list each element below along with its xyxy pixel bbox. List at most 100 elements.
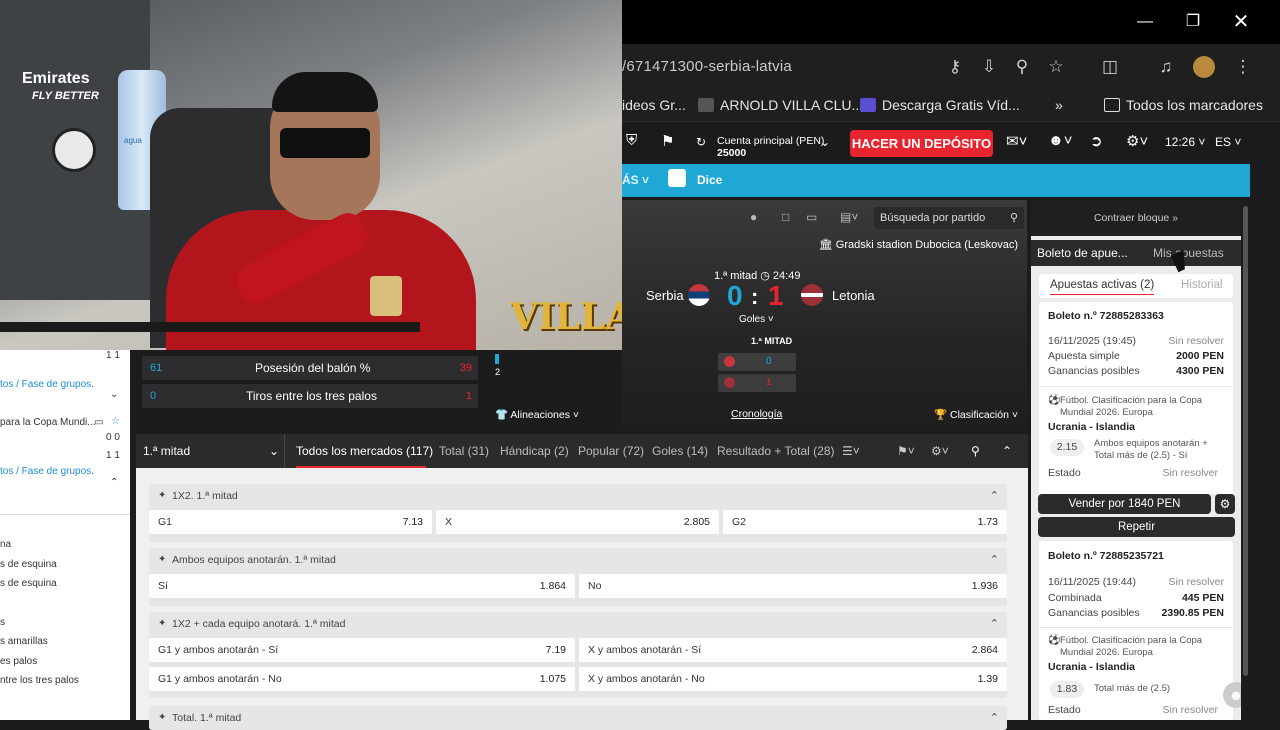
minimize-icon[interactable]: — [1133,10,1157,34]
logout-icon[interactable]: ➲ [1090,132,1103,150]
more-bookmarks-icon[interactable]: » [1055,97,1063,113]
tab-all-markets[interactable]: Todos los mercados (117) [296,444,433,458]
pin-icon[interactable]: ✦ [158,706,166,730]
refresh-icon[interactable]: ↻ [696,135,706,149]
shield-icon[interactable]: ⛨ [626,132,637,149]
goals-dropdown[interactable]: Goles ˅ [739,314,774,325]
stat-item[interactable]: es palos [0,656,37,667]
stat-item[interactable]: s de esquina [0,559,57,570]
chevron-up-icon[interactable]: ⌃ [990,612,999,636]
match-search-input[interactable]: Búsqueda por partido ⚲ [874,207,1024,229]
bookmark-folder[interactable]: Todos los marcadores [1104,97,1263,113]
star-icon[interactable]: ☆ [111,416,120,427]
close-icon[interactable]: ✕ [1229,10,1253,34]
pin-icon[interactable]: ✦ [158,548,166,572]
extensions-icon[interactable]: ◫ [1099,56,1121,78]
repeat-button[interactable]: Repetir [1038,517,1235,537]
mail-icon[interactable]: ✉˅ [1006,132,1027,150]
odd-cell[interactable]: X 2.805 [436,510,719,534]
url-text[interactable]: /671471300-serbia-latvia [622,58,792,75]
odd-cell[interactable]: G1 7.13 [149,510,432,534]
tab-popular[interactable]: Popular (72) [578,444,644,458]
chart-icon[interactable]: ▤˅ [840,210,858,224]
odd-cell[interactable]: X y ambos anotarán - No 1.39 [579,667,1007,691]
tab-total[interactable]: Total (31) [439,444,489,458]
stat-item[interactable]: s [0,617,5,628]
ticket-gain: 4300 PEN [1176,365,1224,377]
restore-icon[interactable]: ❐ [1181,10,1205,34]
deposit-button[interactable]: HACER UN DEPÓSITO [850,130,993,157]
market-group-total: ✦ Total. 1.ª mitad ⌃ [149,706,1007,730]
nav-item-dice[interactable]: Dice [697,173,722,187]
stat-item[interactable]: s de esquina [0,578,57,589]
market-title-row[interactable]: ✦ Ambos equipos anotarán. 1.ª mitad ⌃ [149,548,1007,572]
account-selector[interactable]: Cuenta principal (PEN) 25000 [717,135,824,159]
tab-result-total[interactable]: Resultado + Total (28) [717,444,835,458]
bell-icon[interactable]: ⚑˅ [897,444,915,458]
stat-item[interactable]: ntre los tres palos [0,675,79,686]
profile-avatar[interactable] [1193,56,1215,78]
stat-item[interactable]: na [0,539,11,550]
odd-cell[interactable]: Sí 1.864 [149,574,575,598]
period-select[interactable]: 1.ª mitad [143,444,190,458]
search-icon[interactable]: ⚲ [971,444,980,458]
star-icon[interactable]: ☆ [1045,56,1067,78]
settings-icon[interactable]: ⚙˅ [931,444,949,458]
ticket-match[interactable]: Ucrania - Islandia [1048,421,1224,435]
tab-goals[interactable]: Goles (14) [652,444,708,458]
league-link[interactable]: tos / Fase de grupos. [0,466,94,477]
collapse-icon[interactable]: ⌃ [1002,444,1012,458]
odd-cell[interactable]: No 1.936 [579,574,1007,598]
collapse-block-button[interactable]: Contraer bloque » [1031,200,1241,236]
list-view-icon[interactable]: ☰˅ [842,444,860,458]
scrollbar-thumb[interactable] [1243,206,1248,676]
chevron-down-icon[interactable]: ⌄ [820,135,830,149]
odd-label: Sí [158,580,168,592]
tab-bet-slip[interactable]: Boleto de apue... [1031,240,1136,266]
zoom-icon[interactable]: ⚲ [1011,56,1033,78]
pin-icon[interactable]: ✦ [158,484,166,508]
odd-cell[interactable]: G1 y ambos anotarán - Sí 7.19 [149,638,575,662]
media-icon[interactable]: ♫ [1155,56,1177,78]
menu-icon[interactable]: ⋮ [1232,56,1254,78]
monitor-icon[interactable]: ▭ [806,210,817,224]
monitor-icon[interactable]: ▭ [94,417,103,428]
market-title-row[interactable]: ✦ 1X2. 1.ª mitad ⌃ [149,484,1007,508]
stream-icon[interactable]: ● [750,210,757,224]
install-icon[interactable]: ⇩ [978,56,1000,78]
event-name[interactable]: para la Copa Mundi... [0,417,96,428]
league-link[interactable]: tos / Fase de grupos. [0,379,94,390]
language-selector[interactable]: ES ˅ [1215,135,1241,149]
search-icon[interactable]: ⚲ [1010,207,1018,229]
odd-cell[interactable]: G1 y ambos anotarán - No 1.075 [149,667,575,691]
clock-time[interactable]: 12:26 ˅ [1165,135,1205,149]
odd-cell[interactable]: X y ambos anotarán - Sí 2.864 [579,638,1007,662]
bookmark-item[interactable]: ideos Gr... [622,97,686,113]
chevron-up-icon[interactable]: ⌃ [990,484,999,508]
odd-cell[interactable]: G2 1.73 [723,510,1007,534]
chevron-up-icon[interactable]: ⌃ [110,477,118,488]
chevron-down-icon[interactable]: ⌄ [269,444,279,458]
market-title-row[interactable]: ✦ Total. 1.ª mitad ⌃ [149,706,1007,730]
bookmark-item[interactable]: Descarga Gratis Víd... [860,97,1020,113]
bookmark-item[interactable]: ARNOLD VILLA CLU... [698,97,863,113]
sell-button[interactable]: Vender por 1840 PEN [1038,494,1211,514]
bell-icon[interactable]: ⚑ [661,132,674,150]
market-title-row[interactable]: ✦ 1X2 + cada equipo anotará. 1.ª mitad ⌃ [149,612,1007,636]
pin-icon[interactable]: ✦ [158,612,166,636]
ticket-match[interactable]: Ucrania - Islandia [1048,661,1224,675]
user-icon[interactable]: ☻˅ [1048,132,1073,149]
window-icon[interactable]: □ [782,210,789,224]
key-icon[interactable]: ⚷ [944,56,966,78]
tab-history[interactable]: Historial [1181,279,1223,291]
chevron-down-icon[interactable]: ⌄ [110,389,118,400]
more-menu[interactable]: ÁS ˅ [622,173,649,187]
scrollbar[interactable] [1241,200,1250,720]
chevron-up-icon[interactable]: ⌃ [990,548,999,572]
settings-icon[interactable]: ⚙˅ [1126,132,1148,150]
settings-icon[interactable]: ⚙ [1215,494,1235,514]
stat-item[interactable]: s amarillas [0,636,48,647]
chevron-up-icon[interactable]: ⌃ [990,706,999,730]
tab-active-bets[interactable]: Apuestas activas (2) [1050,279,1155,295]
tab-handicap[interactable]: Hándicap (2) [500,444,569,458]
